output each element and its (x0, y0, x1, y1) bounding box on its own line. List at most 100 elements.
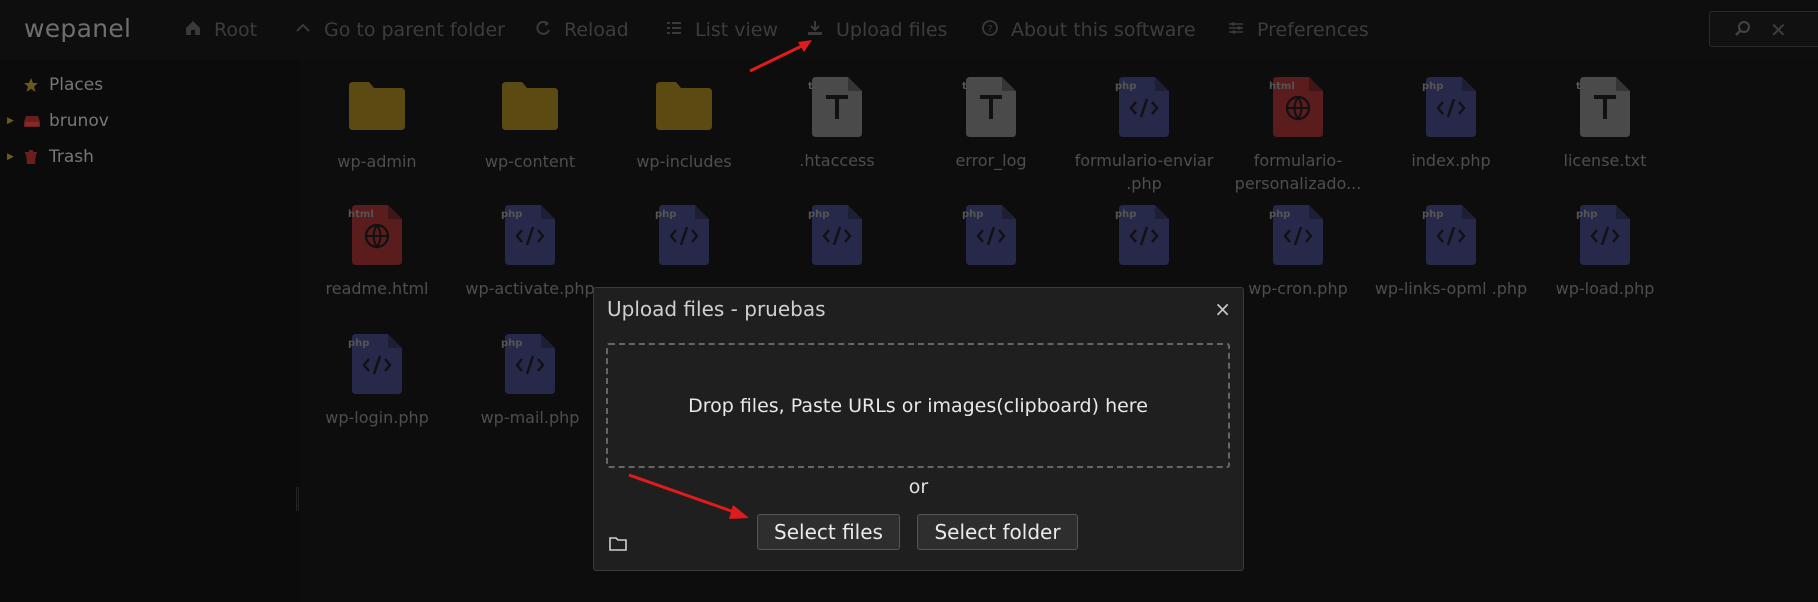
search-box[interactable]: ✕ (1709, 11, 1818, 47)
upload-dialog: Upload files - pruebas × Drop files, Pas… (593, 287, 1244, 571)
text-file-icon: t (808, 75, 864, 139)
toolbar-label: Reload (564, 19, 629, 41)
file-extension-badge: php (501, 209, 523, 220)
file-extension-badge: html (1269, 81, 1295, 92)
code-file-icon: php (1422, 203, 1478, 267)
file-extension-badge: php (655, 209, 677, 220)
file-extension-badge: php (962, 209, 984, 220)
code-file-icon: php (501, 203, 557, 267)
sidebar-splitter-handle[interactable] (296, 487, 299, 511)
file-item[interactable]: t license.txt (1528, 60, 1682, 172)
svg-text:?: ? (987, 24, 992, 35)
toolbar-label: Preferences (1257, 19, 1369, 41)
file-name: error_log (955, 151, 1027, 170)
toolbar: wepanel Root Go to parent folder Reload … (0, 0, 1818, 60)
home-icon (184, 19, 202, 42)
file-item[interactable]: php formulario-enviar .php (1067, 60, 1221, 195)
app-logo: wepanel (24, 14, 132, 43)
sidebar-item-brunov[interactable]: ▶ brunov (0, 108, 109, 134)
file-item[interactable]: php (1067, 188, 1221, 277)
toolbar-reload-button[interactable]: Reload (534, 17, 629, 43)
code-file-icon: php (1115, 203, 1171, 267)
toolbar-root-button[interactable]: Root (184, 17, 257, 43)
sidebar-item-label: Places (49, 75, 104, 95)
file-name: index.php (1411, 151, 1491, 170)
file-extension-badge: php (1269, 209, 1291, 220)
sidebar-item-label: brunov (49, 111, 109, 131)
file-item[interactable]: t error_log (914, 60, 1068, 172)
or-separator: or (908, 476, 929, 498)
code-file-icon: php (1422, 75, 1478, 139)
toolbar-list-view-button[interactable]: List view (665, 17, 778, 43)
file-extension-badge: html (348, 209, 374, 220)
sidebar: Places ▶ brunov ▶ Trash (0, 60, 300, 602)
toolbar-label: About this software (1011, 19, 1196, 41)
select-files-button[interactable]: Select files (757, 514, 900, 550)
file-extension-badge: t (808, 81, 813, 92)
code-file-icon: php (808, 203, 864, 267)
folder-icon[interactable] (609, 536, 627, 555)
file-item[interactable]: wp-content (453, 60, 607, 173)
file-extension-badge: php (1422, 81, 1444, 92)
file-item[interactable]: wp-admin (300, 60, 454, 173)
search-icon[interactable] (1734, 20, 1752, 42)
file-name: wp-login.php (325, 408, 429, 427)
folder-icon (347, 80, 407, 132)
file-name: .htaccess (799, 151, 875, 170)
file-item[interactable]: html readme.html (300, 188, 454, 300)
file-extension-badge: php (1422, 209, 1444, 220)
file-name: wp-activate.php (465, 279, 595, 298)
code-file-icon: php (1115, 75, 1171, 139)
toolbar-about-button[interactable]: ? About this software (981, 17, 1196, 43)
toolbar-parent-folder-button[interactable]: Go to parent folder (294, 17, 505, 43)
drop-zone[interactable]: Drop files, Paste URLs or images(clipboa… (606, 343, 1230, 468)
file-item[interactable]: php (914, 188, 1068, 277)
toolbar-upload-files-button[interactable]: Upload files (806, 17, 947, 43)
file-item[interactable]: wp-includes (607, 60, 761, 173)
text-file-icon: t (1576, 75, 1632, 139)
drop-zone-text: Drop files, Paste URLs or images(clipboa… (688, 394, 1148, 417)
file-item[interactable]: php (607, 188, 761, 277)
trash-icon (23, 149, 43, 165)
file-item[interactable]: php wp-mail.php (453, 317, 607, 429)
code-file-icon: php (348, 332, 404, 396)
toolbar-preferences-button[interactable]: Preferences (1227, 17, 1369, 43)
toolbar-label: Upload files (836, 19, 948, 41)
list-icon (665, 19, 683, 42)
sliders-icon (1227, 19, 1245, 42)
file-extension-badge: php (501, 338, 523, 349)
file-extension-badge: t (1576, 81, 1581, 92)
file-item[interactable]: t .htaccess (760, 60, 914, 172)
file-extension-badge: php (1115, 209, 1137, 220)
file-name: readme.html (325, 279, 429, 298)
file-item[interactable]: html formulario- personalizado... (1221, 60, 1375, 195)
text-file-icon: t (962, 75, 1018, 139)
file-name: wp-mail.php (480, 408, 580, 427)
file-item[interactable]: php wp-activate.php (453, 188, 607, 300)
sidebar-item-places[interactable]: Places (0, 72, 103, 98)
close-icon[interactable]: ✕ (1770, 18, 1787, 42)
file-item[interactable]: php wp-links-opml .php (1374, 188, 1528, 300)
file-extension-badge: php (1576, 209, 1598, 220)
help-icon: ? (981, 19, 999, 42)
code-file-icon: php (501, 332, 557, 396)
sidebar-item-trash[interactable]: ▶ Trash (0, 144, 94, 170)
chevron-up-icon (294, 19, 312, 42)
code-file-icon: php (962, 203, 1018, 267)
reload-icon (534, 19, 552, 42)
file-item[interactable]: php wp-login.php (300, 317, 454, 429)
file-item[interactable]: php index.php (1374, 60, 1528, 172)
file-name: wp-includes (636, 152, 732, 171)
file-item[interactable]: php wp-cron.php (1221, 188, 1375, 300)
code-file-icon: php (655, 203, 711, 267)
file-extension-badge: php (348, 338, 370, 349)
file-name: license.txt (1563, 151, 1647, 170)
caret-right-icon[interactable]: ▶ (7, 116, 17, 126)
file-item[interactable]: php wp-load.php (1528, 188, 1682, 300)
caret-right-icon[interactable]: ▶ (7, 152, 17, 162)
close-icon[interactable]: × (1214, 297, 1231, 321)
file-item[interactable]: php (760, 188, 914, 277)
globe-file-icon: html (1269, 75, 1325, 139)
select-folder-button[interactable]: Select folder (917, 514, 1078, 550)
folder-icon (500, 80, 560, 132)
